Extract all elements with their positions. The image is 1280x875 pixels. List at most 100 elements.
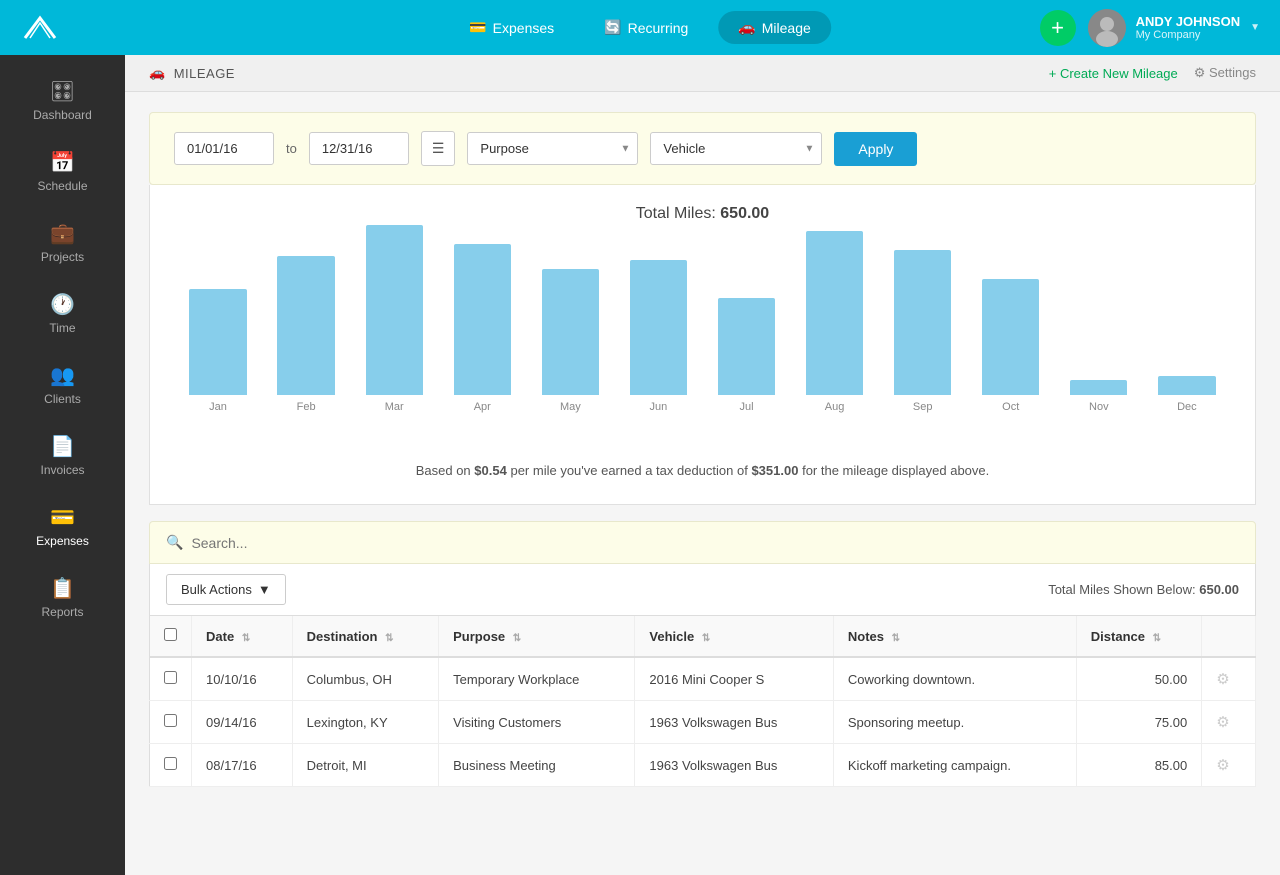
bar-jun <box>630 260 687 395</box>
sidebar-item-clients[interactable]: 👥 Clients <box>0 349 125 420</box>
main-content: 🚗 MILEAGE + Create New Mileage ⚙ Setting… <box>125 55 1280 875</box>
sidebar-item-reports[interactable]: 📋 Reports <box>0 562 125 633</box>
purpose-select-wrapper: Purpose Temporary Workplace Visiting Cus… <box>467 132 638 165</box>
mileage-nav-icon: 🚗 <box>738 19 755 36</box>
date-column-header[interactable]: Date ⇅ <box>192 616 293 657</box>
chart-bar-oct: Oct <box>967 279 1055 413</box>
date-from-input[interactable] <box>174 132 274 165</box>
bar-label-jun: Jun <box>650 401 668 413</box>
bar-label-aug: Aug <box>825 401 845 413</box>
recurring-nav-icon: 🔄 <box>604 19 621 36</box>
app-logo <box>20 13 60 43</box>
row-purpose: Temporary Workplace <box>439 657 635 701</box>
bar-label-sep: Sep <box>913 401 933 413</box>
row-gear-icon[interactable]: ⚙ <box>1216 671 1229 688</box>
settings-link[interactable]: ⚙ Settings <box>1194 65 1256 81</box>
mileage-title-icon: 🚗 <box>149 65 166 81</box>
chart-bar-feb: Feb <box>262 256 350 413</box>
nav-expenses[interactable]: 💳 Expenses <box>449 11 574 44</box>
bar-chart: JanFebMarAprMayJunJulAugSepOctNovDec <box>174 243 1231 443</box>
nav-mileage[interactable]: 🚗 Mileage <box>718 11 830 44</box>
chart-bar-nov: Nov <box>1055 380 1143 413</box>
row-vehicle: 1963 Volkswagen Bus <box>635 701 833 744</box>
row-gear-icon[interactable]: ⚙ <box>1216 757 1229 774</box>
bar-label-feb: Feb <box>297 401 316 413</box>
create-new-mileage-link[interactable]: + Create New Mileage <box>1049 66 1178 81</box>
row-vehicle: 2016 Mini Cooper S <box>635 657 833 701</box>
purpose-select[interactable]: Purpose Temporary Workplace Visiting Cus… <box>467 132 638 165</box>
vehicle-select[interactable]: Vehicle 2016 Mini Cooper S 1963 Volkswag… <box>650 132 822 165</box>
table-row: 10/10/16 Columbus, OH Temporary Workplac… <box>150 657 1256 701</box>
row-checkbox-0[interactable] <box>164 671 177 684</box>
chart-bar-jul: Jul <box>702 298 790 413</box>
row-checkbox-2[interactable] <box>164 757 177 770</box>
expenses-nav-icon: 💳 <box>469 19 486 36</box>
notes-sort-icon: ⇅ <box>892 633 900 644</box>
bar-label-dec: Dec <box>1177 401 1197 413</box>
notes-column-header[interactable]: Notes ⇅ <box>833 616 1076 657</box>
invoices-icon: 📄 <box>50 434 75 459</box>
mileage-table: Date ⇅ Destination ⇅ Purpose ⇅ Vehicle ⇅ <box>149 616 1256 787</box>
top-navigation: 💳 Expenses 🔄 Recurring 🚗 Mileage <box>449 11 831 44</box>
total-miles-display: Total Miles: 650.00 <box>174 205 1231 223</box>
bar-aug <box>806 231 863 395</box>
projects-icon: 💼 <box>50 221 75 246</box>
chart-bar-jun: Jun <box>614 260 702 413</box>
bar-label-may: May <box>560 401 581 413</box>
row-date: 08/17/16 <box>192 744 293 787</box>
select-all-checkbox[interactable] <box>164 628 177 641</box>
distance-column-header[interactable]: Distance ⇅ <box>1076 616 1201 657</box>
sidebar-item-time[interactable]: 🕐 Time <box>0 278 125 349</box>
user-menu[interactable]: ANDY JOHNSON My Company ▼ <box>1088 9 1260 47</box>
vehicle-column-header[interactable]: Vehicle ⇅ <box>635 616 833 657</box>
row-distance: 85.00 <box>1076 744 1201 787</box>
user-name: ANDY JOHNSON <box>1136 14 1241 29</box>
destination-column-header[interactable]: Destination ⇅ <box>292 616 438 657</box>
sidebar-item-schedule[interactable]: 📅 Schedule <box>0 136 125 207</box>
row-actions: ⚙ <box>1202 701 1256 744</box>
table-header-row: Date ⇅ Destination ⇅ Purpose ⇅ Vehicle ⇅ <box>150 616 1256 657</box>
select-all-header[interactable] <box>150 616 192 657</box>
row-checkbox-cell <box>150 701 192 744</box>
chart-bar-aug: Aug <box>791 231 879 413</box>
row-date: 10/10/16 <box>192 657 293 701</box>
destination-sort-icon: ⇅ <box>385 633 393 644</box>
reports-icon: 📋 <box>50 576 75 601</box>
row-checkbox-cell <box>150 657 192 701</box>
row-checkbox-1[interactable] <box>164 714 177 727</box>
apply-button[interactable]: Apply <box>834 132 917 166</box>
bar-label-nov: Nov <box>1089 401 1109 413</box>
date-to-input[interactable] <box>309 132 409 165</box>
sidebar-item-dashboard[interactable]: 🎛 Dashboard <box>0 65 125 136</box>
bar-feb <box>277 256 334 395</box>
chart-bar-jan: Jan <box>174 289 262 413</box>
row-vehicle: 1963 Volkswagen Bus <box>635 744 833 787</box>
page-title: MILEAGE <box>174 66 235 81</box>
bar-apr <box>454 244 511 395</box>
filter-list-button[interactable]: ☰ <box>421 131 456 166</box>
bar-mar <box>366 225 423 395</box>
tax-deduction-note: Based on $0.54 per mile you've earned a … <box>174 453 1231 488</box>
bar-dec <box>1158 376 1215 395</box>
row-destination: Columbus, OH <box>292 657 438 701</box>
content-area: to ☰ Purpose Temporary Workplace Visitin… <box>125 92 1280 807</box>
row-checkbox-cell <box>150 744 192 787</box>
distance-sort-icon: ⇅ <box>1153 633 1161 644</box>
search-input[interactable] <box>191 535 1239 551</box>
chart-bar-may: May <box>526 269 614 413</box>
chart-bar-apr: Apr <box>438 244 526 413</box>
sidebar-item-projects[interactable]: 💼 Projects <box>0 207 125 278</box>
table-controls: Bulk Actions ▼ Total Miles Shown Below: … <box>149 564 1256 616</box>
nav-recurring[interactable]: 🔄 Recurring <box>584 11 708 44</box>
sidebar-item-expenses[interactable]: 💳 Expenses <box>0 491 125 562</box>
chart-bar-sep: Sep <box>879 250 967 413</box>
user-area: + ANDY JOHNSON My Company ▼ <box>1040 9 1260 47</box>
bulk-actions-button[interactable]: Bulk Actions ▼ <box>166 574 286 605</box>
purpose-column-header[interactable]: Purpose ⇅ <box>439 616 635 657</box>
row-gear-icon[interactable]: ⚙ <box>1216 714 1229 731</box>
add-button[interactable]: + <box>1040 10 1076 46</box>
user-dropdown-arrow: ▼ <box>1250 22 1260 33</box>
vehicle-select-wrapper: Vehicle 2016 Mini Cooper S 1963 Volkswag… <box>650 132 822 165</box>
sidebar-item-invoices[interactable]: 📄 Invoices <box>0 420 125 491</box>
page-title-area: 🚗 MILEAGE <box>149 65 235 81</box>
